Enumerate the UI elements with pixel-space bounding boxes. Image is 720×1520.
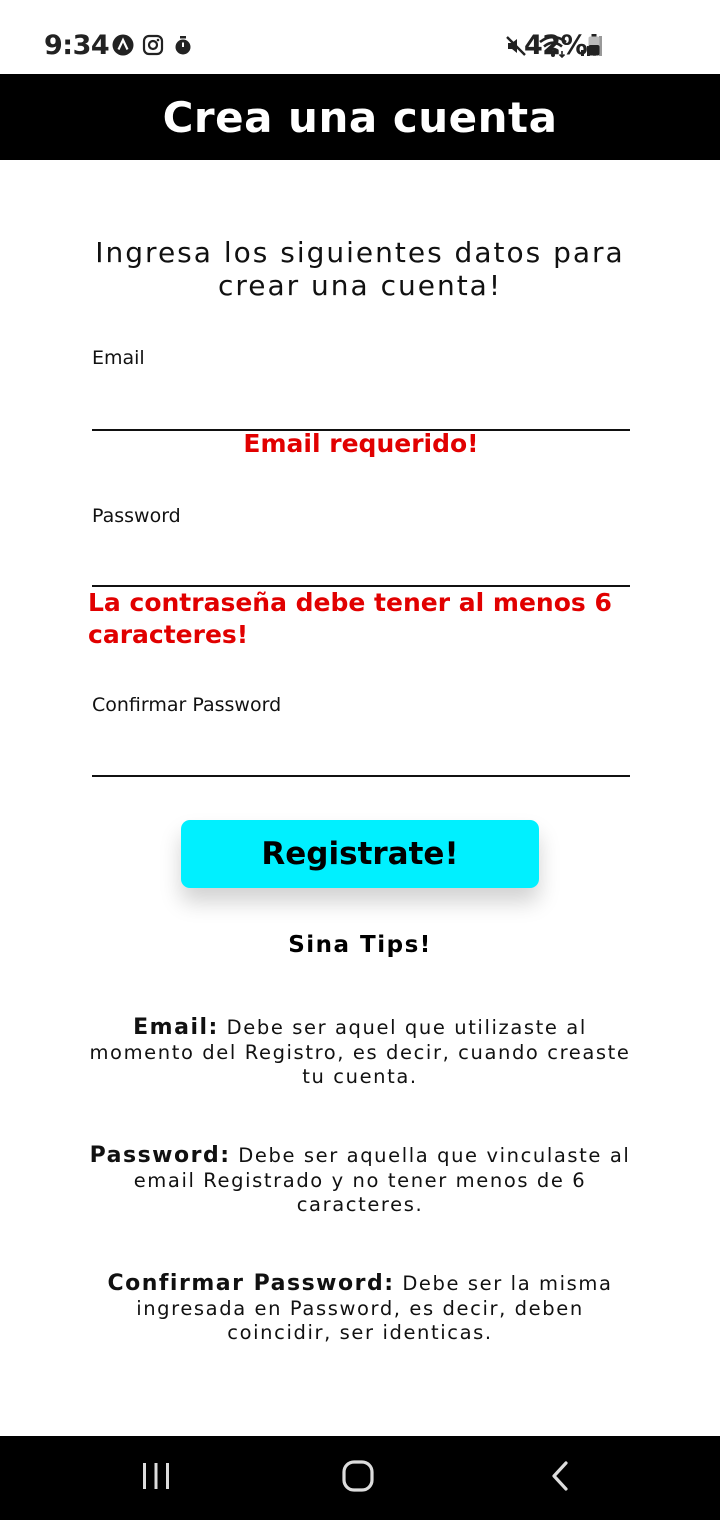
- register-button[interactable]: Registrate!: [181, 820, 539, 888]
- tip-email: Email: Debe ser aquel que utilizaste al …: [88, 1015, 632, 1090]
- app-a-icon: [112, 34, 134, 60]
- confirm-password-label: Confirmar Password: [92, 694, 282, 716]
- recents-button[interactable]: [134, 1458, 178, 1498]
- email-field[interactable]: [92, 389, 630, 431]
- recents-icon: [140, 1461, 172, 1495]
- password-field[interactable]: [92, 545, 630, 587]
- tip-password: Password: Debe ser aquella que vinculast…: [88, 1143, 632, 1218]
- tips-title: Sina Tips!: [288, 932, 432, 958]
- password-label: Password: [92, 505, 181, 527]
- email-label: Email: [92, 347, 145, 369]
- status-bar: 9:34 42%: [0, 0, 720, 74]
- confirm-password-field[interactable]: [92, 735, 630, 777]
- instagram-icon: [142, 34, 164, 60]
- timer-icon: [172, 34, 194, 60]
- back-icon: [548, 1460, 572, 1496]
- tip-email-label: Email:: [133, 1015, 219, 1040]
- battery-percentage: 42%: [524, 30, 588, 61]
- status-time: 9:34: [44, 30, 110, 61]
- tip-confirm-password-label: Confirmar Password:: [107, 1271, 395, 1296]
- status-left-icons: [112, 34, 194, 60]
- app-header: Crea una cuenta: [0, 74, 720, 160]
- home-icon: [341, 1459, 375, 1497]
- intro-text: Ingresa los siguientes datos para crear …: [95, 236, 625, 302]
- email-error-message: Email requerido!: [243, 429, 479, 458]
- home-button[interactable]: [336, 1458, 380, 1498]
- battery-icon: [588, 34, 600, 56]
- page-title: Crea una cuenta: [162, 92, 558, 142]
- system-nav-bar: [0, 1436, 720, 1520]
- tip-confirm-password: Confirmar Password: Debe ser la misma in…: [88, 1271, 632, 1346]
- back-button[interactable]: [538, 1458, 582, 1498]
- password-error-message: La contraseña debe tener al menos 6 cara…: [88, 588, 612, 649]
- tip-password-label: Password:: [89, 1143, 231, 1168]
